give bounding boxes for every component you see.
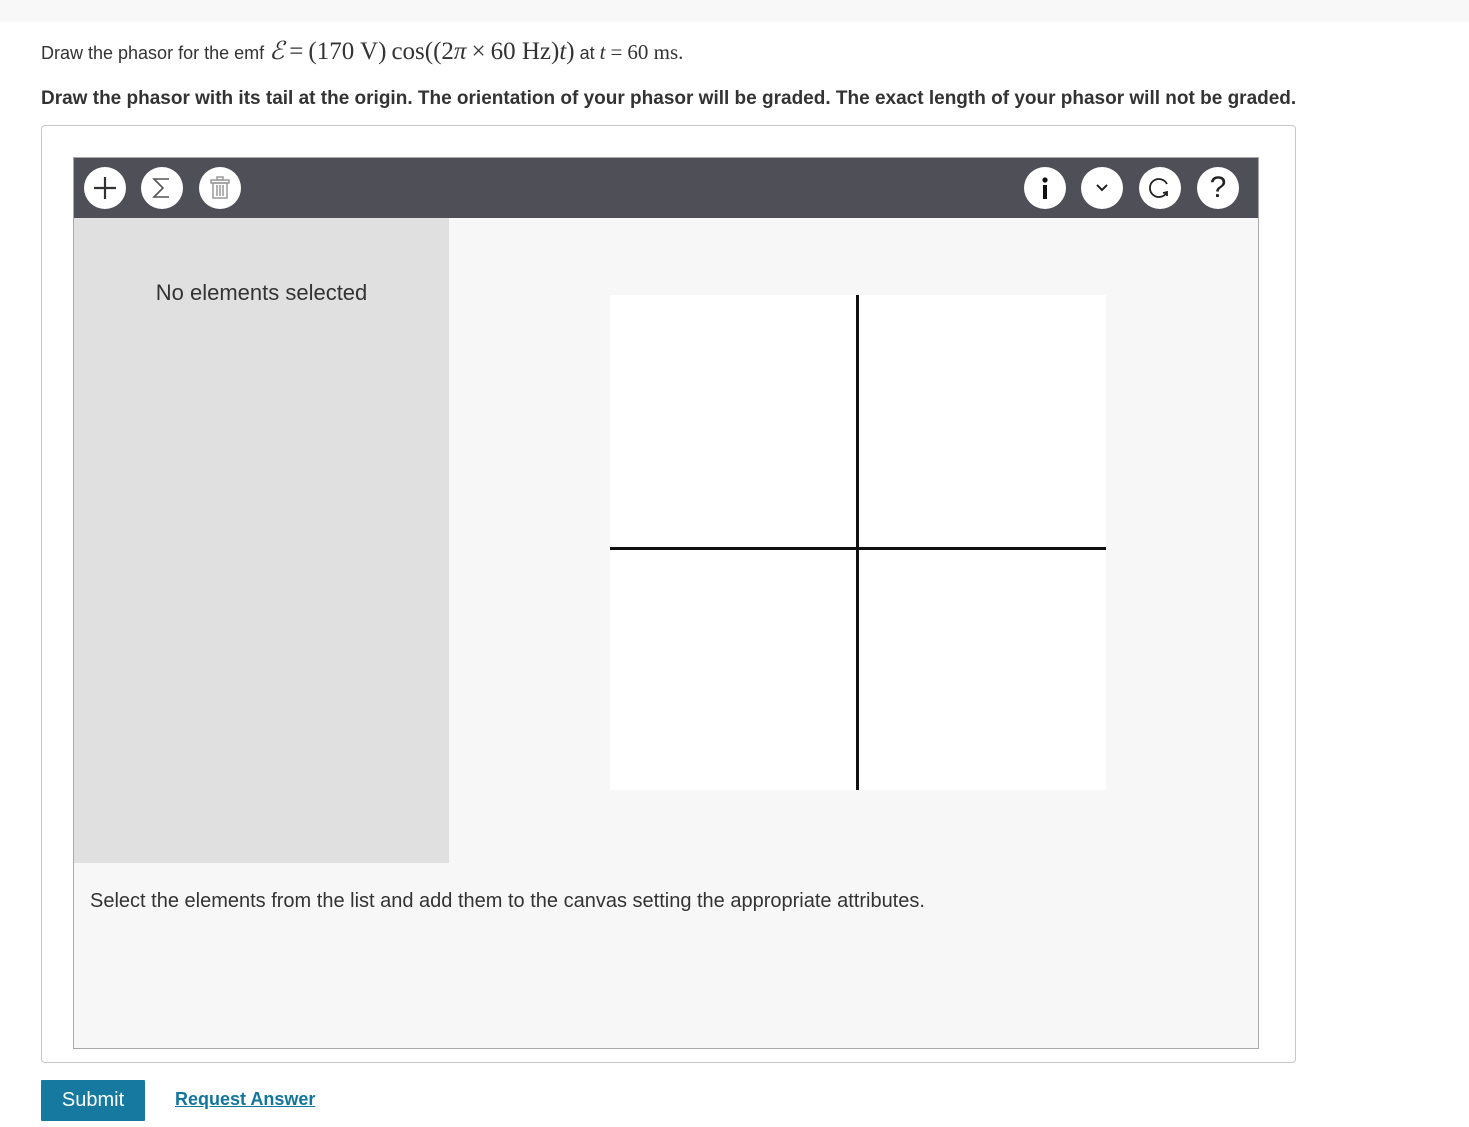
info-icon[interactable] [1024,167,1066,209]
pi-symbol: π [453,38,467,65]
arg-open: ((2 [424,38,454,65]
help-glyph: ? [1209,171,1227,204]
at-text: at [579,43,595,63]
toolbar: ? [74,158,1258,218]
sigma-icon[interactable] [141,167,183,209]
time-variable-2: t [599,40,606,64]
times-symbol: × [471,38,486,65]
math-equals-2: = [610,40,623,64]
emf-amplitude: (170 V) [308,38,387,65]
request-answer-link[interactable]: Request Answer [175,1089,315,1110]
emf-symbol: ℰ [269,38,285,65]
drawing-tool: ? No elements selected Select the elemen… [73,157,1259,1049]
add-icon[interactable] [84,167,126,209]
question-prefix: Draw the phasor for the emf [41,43,265,63]
top-strip [0,0,1469,22]
trash-icon[interactable] [199,167,241,209]
chevron-down-icon[interactable] [1081,167,1123,209]
frequency: 60 Hz) [490,38,560,65]
arg-close: ) [566,38,575,65]
submit-button[interactable]: Submit [41,1080,145,1121]
time-value: 60 ms. [627,40,684,64]
y-axis [856,295,859,790]
hint-text: Select the elements from the list and ad… [90,890,925,912]
selection-status: No elements selected [155,280,368,305]
reset-icon[interactable] [1139,167,1181,209]
cos-function: cos [391,38,425,65]
drawing-canvas[interactable] [610,295,1106,790]
instruction-text: Draw the phasor with its tail at the ori… [41,88,1297,109]
help-icon[interactable]: ? [1197,167,1239,209]
math-equals: = [289,38,304,65]
elements-panel: No elements selected [74,218,449,863]
question-text: Draw the phasor for the emf ℰ = (170 V) … [41,36,683,66]
